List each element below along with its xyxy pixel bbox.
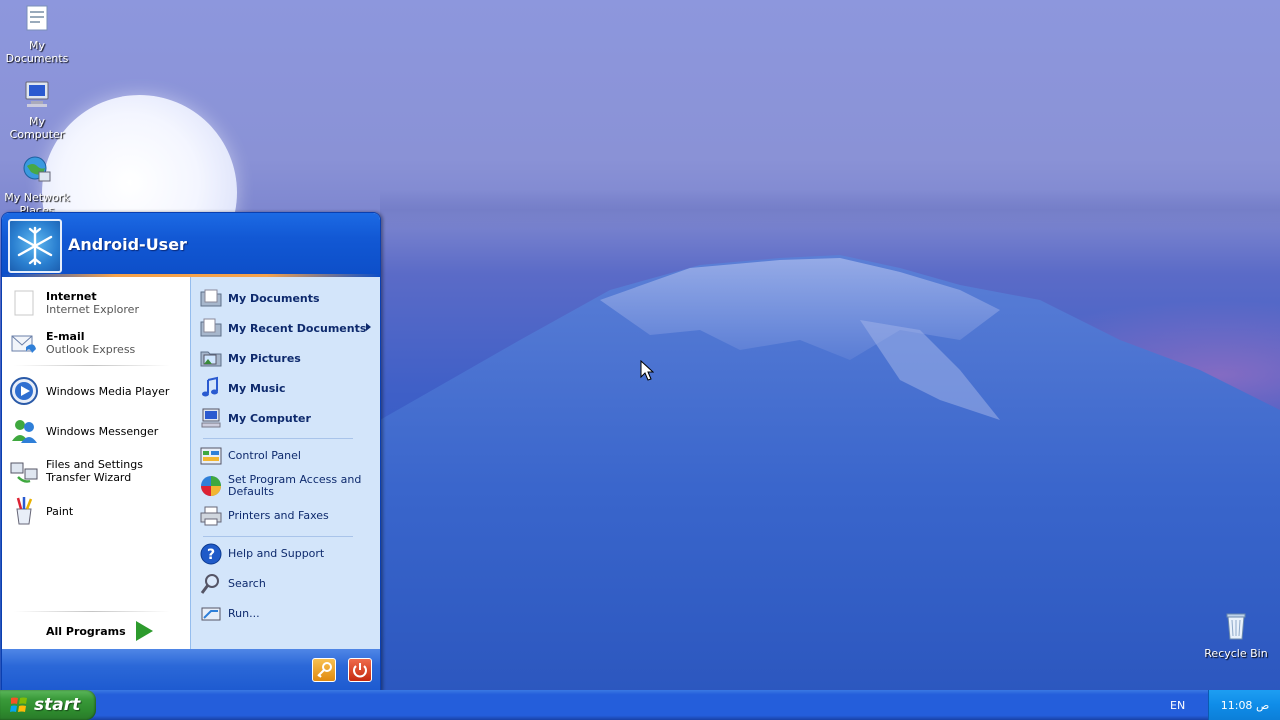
tool-label: Run... bbox=[228, 607, 260, 620]
desktop-icon-label: My Computer bbox=[9, 115, 65, 141]
music-note-icon bbox=[202, 376, 218, 397]
transfer-wizard-icon bbox=[10, 462, 38, 483]
start-menu-right-pane: My Documents My Recent Documents My Pict… bbox=[190, 277, 380, 649]
desktop-icon-my-computer[interactable]: My Computer bbox=[0, 78, 74, 141]
place-my-music[interactable]: My Music bbox=[199, 375, 377, 401]
all-programs-button[interactable]: All Programs bbox=[46, 621, 153, 641]
setting-program-access[interactable]: Set Program Access and Defaults bbox=[199, 471, 377, 501]
setting-label: Control Panel bbox=[228, 449, 301, 462]
pinned-item-subtitle: Outlook Express bbox=[46, 343, 136, 356]
tool-label: Search bbox=[228, 577, 266, 590]
place-label: My Documents bbox=[228, 291, 320, 305]
submenu-arrow-icon bbox=[366, 323, 371, 331]
desktop-icon-label: Recycle Bin bbox=[1204, 647, 1268, 660]
printer-icon bbox=[200, 506, 222, 526]
system-tray: 11:08 ص bbox=[1208, 690, 1280, 720]
tool-run[interactable]: Run... bbox=[199, 601, 377, 627]
setting-printers-and-faxes[interactable]: Printers and Faxes bbox=[199, 503, 377, 529]
right-pane-separator bbox=[203, 536, 353, 537]
recent-item-windows-messenger[interactable]: Windows Messenger bbox=[8, 413, 186, 449]
pictures-folder-icon bbox=[200, 351, 222, 367]
power-icon bbox=[353, 663, 367, 678]
recent-item-paint[interactable]: Paint bbox=[8, 493, 186, 529]
setting-label: Set Program Access and Defaults bbox=[228, 473, 362, 498]
place-label: My Recent Documents bbox=[228, 321, 367, 335]
snowflake-icon bbox=[17, 226, 53, 266]
pinned-item-subtitle: Internet Explorer bbox=[46, 303, 139, 316]
start-menu: Android-User Internet Internet Explorer bbox=[1, 212, 381, 692]
clock[interactable]: 11:08 ص bbox=[1221, 699, 1270, 712]
pinned-item-internet[interactable]: Internet Internet Explorer bbox=[8, 285, 186, 321]
key-icon bbox=[317, 662, 332, 678]
recent-documents-icon bbox=[200, 318, 222, 337]
desktop-icon-my-documents[interactable]: My Documents bbox=[0, 2, 74, 65]
desktop-icon-recycle-bin[interactable]: Recycle Bin bbox=[1199, 610, 1273, 660]
network-globe-icon bbox=[23, 156, 51, 182]
desktop-icon-my-network-places[interactable]: My Network Places bbox=[0, 154, 74, 217]
windows-logo-icon bbox=[10, 697, 27, 712]
recent-item-files-and-settings-transfer[interactable]: Files and Settings Transfer Wizard bbox=[8, 453, 186, 489]
setting-control-panel[interactable]: Control Panel bbox=[199, 443, 377, 469]
documents-folder-icon bbox=[200, 289, 222, 307]
user-avatar[interactable] bbox=[8, 219, 62, 273]
pinned-item-title: E-mail bbox=[46, 330, 85, 343]
run-icon bbox=[201, 607, 221, 621]
start-menu-body: Internet Internet Explorer E-mail Outloo… bbox=[2, 277, 380, 649]
messenger-icon bbox=[12, 420, 37, 443]
turn-off-button[interactable] bbox=[348, 658, 372, 682]
paint-icon bbox=[16, 497, 33, 525]
computer-icon bbox=[25, 81, 49, 107]
pinned-item-email[interactable]: E-mail Outlook Express bbox=[8, 325, 186, 361]
recent-item-label: Files and Settings Transfer Wizard bbox=[46, 458, 143, 484]
user-name: Android-User bbox=[68, 235, 187, 254]
recent-item-label: Windows Media Player bbox=[46, 384, 170, 398]
search-magnifier-icon bbox=[200, 574, 219, 594]
start-menu-header: Android-User bbox=[2, 213, 380, 277]
start-button-label: start bbox=[34, 695, 81, 715]
computer-icon bbox=[201, 408, 221, 428]
tool-help-and-support[interactable]: ? Help and Support bbox=[199, 541, 377, 567]
left-pane-separator bbox=[14, 365, 170, 366]
recycle-bin-icon bbox=[1226, 613, 1246, 640]
all-programs-label: All Programs bbox=[46, 624, 126, 638]
tool-search[interactable]: Search bbox=[199, 571, 377, 597]
place-my-documents[interactable]: My Documents bbox=[199, 285, 377, 311]
start-menu-footer bbox=[2, 649, 380, 691]
start-button[interactable]: start bbox=[0, 690, 96, 720]
language-indicator[interactable]: EN bbox=[1170, 699, 1185, 712]
pinned-item-title: Internet bbox=[46, 290, 97, 303]
program-access-icon bbox=[201, 476, 221, 496]
control-panel-icon bbox=[200, 447, 222, 465]
log-off-button[interactable] bbox=[312, 658, 336, 682]
help-question-icon: ? bbox=[200, 543, 222, 565]
all-programs-separator bbox=[14, 611, 170, 612]
mouse-cursor-icon bbox=[640, 360, 654, 381]
desktop-icon-label: My Documents bbox=[5, 39, 69, 65]
recent-item-label: Paint bbox=[46, 504, 74, 518]
setting-label: Printers and Faxes bbox=[228, 509, 329, 522]
place-label: My Computer bbox=[228, 411, 311, 425]
green-arrow-icon bbox=[135, 621, 153, 641]
place-label: My Music bbox=[228, 381, 286, 395]
place-my-recent-documents[interactable]: My Recent Documents bbox=[199, 315, 377, 341]
documents-folder-icon bbox=[26, 5, 48, 31]
place-label: My Pictures bbox=[228, 351, 301, 365]
recent-item-label: Windows Messenger bbox=[46, 424, 159, 438]
tool-label: Help and Support bbox=[228, 547, 325, 560]
right-pane-separator bbox=[203, 438, 353, 439]
place-my-computer[interactable]: My Computer bbox=[199, 405, 377, 431]
outlook-express-icon bbox=[11, 335, 36, 353]
media-player-icon bbox=[10, 377, 38, 405]
start-menu-left-pane: Internet Internet Explorer E-mail Outloo… bbox=[2, 277, 190, 649]
taskbar: start EN 11:08 ص bbox=[0, 690, 1280, 720]
svg-text:?: ? bbox=[207, 547, 215, 563]
place-my-pictures[interactable]: My Pictures bbox=[199, 345, 377, 371]
internet-explorer-icon bbox=[14, 290, 34, 316]
recent-item-windows-media-player[interactable]: Windows Media Player bbox=[8, 373, 186, 409]
